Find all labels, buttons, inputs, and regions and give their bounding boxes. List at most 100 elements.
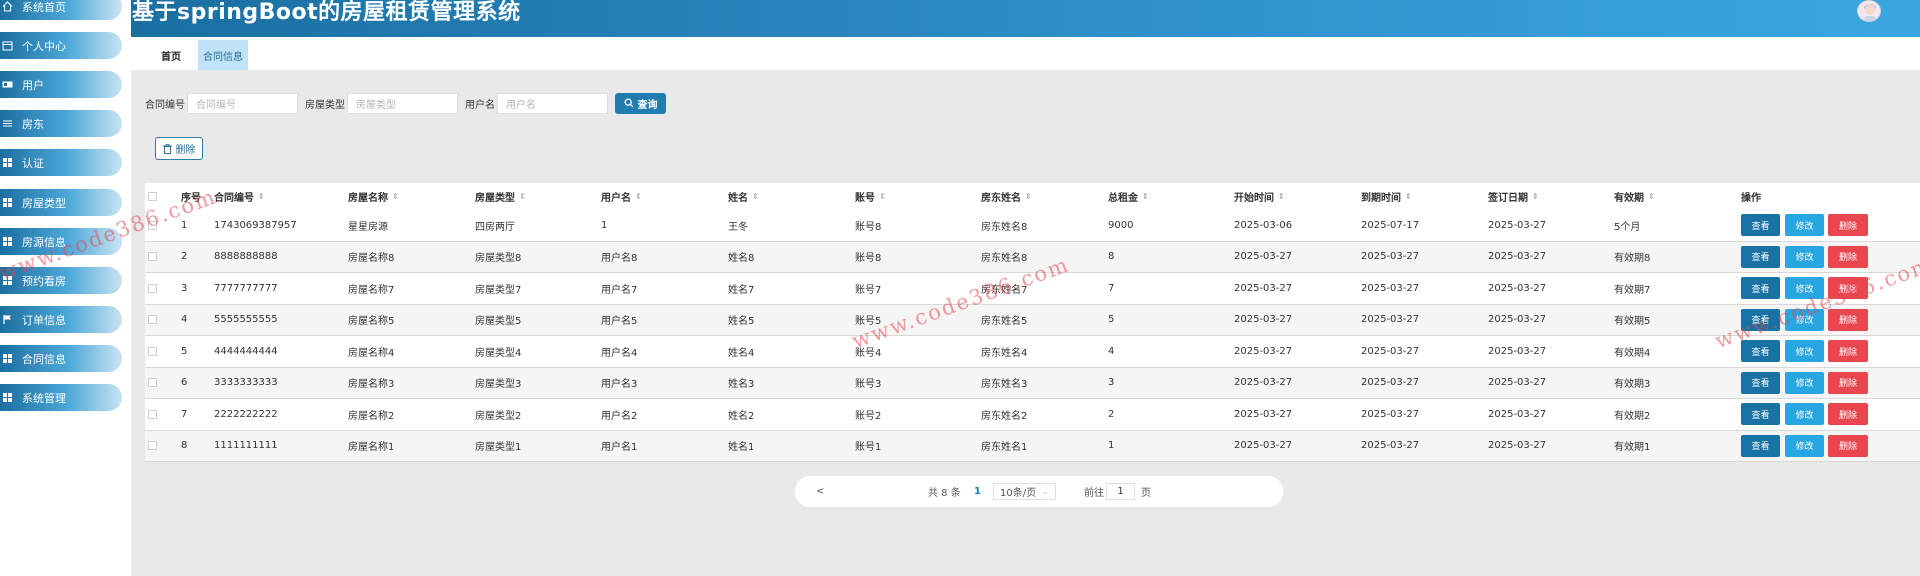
column-header[interactable]: 房东姓名 ⇕: [981, 183, 1032, 210]
sort-icon[interactable]: ⇕: [1142, 192, 1149, 201]
view-button[interactable]: 查看: [1741, 214, 1780, 236]
sidebar-item-2[interactable]: 个人中心: [0, 32, 122, 59]
column-header[interactable]: 到期时间 ⇕: [1361, 183, 1412, 210]
sort-icon[interactable]: ⇕: [1025, 192, 1032, 201]
table-cell: 2025-03-27: [1361, 314, 1420, 326]
sidebar-item-11[interactable]: 系统管理: [0, 384, 122, 411]
column-header[interactable]: 姓名 ⇕: [728, 183, 759, 210]
sort-icon[interactable]: ⇕: [258, 192, 265, 201]
sidebar-item-9[interactable]: 订单信息: [0, 306, 122, 333]
prev-page-button[interactable]: <: [816, 476, 824, 507]
column-header[interactable]: 总租金 ⇕: [1108, 183, 1149, 210]
column-header[interactable]: 用户名 ⇕: [601, 183, 642, 210]
view-button[interactable]: 查看: [1741, 340, 1780, 362]
row-checkbox[interactable]: [148, 378, 157, 388]
edit-button[interactable]: 修改: [1785, 214, 1824, 236]
view-button[interactable]: 查看: [1741, 434, 1780, 457]
bulk-delete-button[interactable]: 删除: [155, 137, 203, 160]
current-page[interactable]: 1: [974, 476, 981, 507]
sort-icon[interactable]: ⇕: [635, 192, 642, 201]
table-cell: 房东姓名7: [981, 284, 1028, 296]
user-avatar[interactable]: [1857, 0, 1881, 22]
username-label: 用户名: [465, 99, 495, 111]
delete-button[interactable]: 删除: [1828, 434, 1868, 457]
delete-button[interactable]: 删除: [1828, 245, 1868, 268]
row-checkbox[interactable]: [148, 409, 157, 419]
edit-button[interactable]: 修改: [1785, 245, 1824, 268]
sidebar-item-1[interactable]: 系统首页: [0, 0, 122, 20]
edit-button[interactable]: 修改: [1785, 308, 1824, 331]
edit-button[interactable]: 修改: [1785, 403, 1824, 425]
delete-button[interactable]: 删除: [1828, 214, 1868, 236]
table-cell: 星星房源: [348, 221, 388, 233]
sort-icon[interactable]: ⇕: [1532, 192, 1539, 201]
sort-icon[interactable]: ⇕: [1405, 192, 1412, 201]
tab-contract-info[interactable]: 合同信息: [198, 40, 248, 70]
sort-icon[interactable]: ⇕: [752, 192, 759, 201]
row-checkbox[interactable]: [148, 220, 157, 230]
edit-button[interactable]: 修改: [1785, 434, 1824, 457]
contract-no-input[interactable]: 合同编号: [187, 92, 298, 114]
column-header[interactable]: 合同编号 ⇕: [214, 183, 265, 210]
column-header[interactable]: 房屋类型 ⇕: [475, 183, 526, 210]
sort-icon[interactable]: ⇕: [519, 192, 526, 201]
table-cell: 9000: [1108, 219, 1134, 231]
column-header[interactable]: 账号 ⇕: [855, 183, 886, 210]
tab-home[interactable]: 首页: [151, 40, 191, 70]
row-checkbox[interactable]: [148, 315, 157, 325]
table-cell: 四房两厅: [475, 221, 515, 233]
delete-button[interactable]: 删除: [1828, 277, 1868, 299]
table-cell: 房屋类型2: [475, 410, 522, 422]
sidebar-item-label: 系统管理: [22, 391, 66, 405]
column-header[interactable]: 开始时间 ⇕: [1234, 183, 1285, 210]
page-size-select[interactable]: 10条/页 ⌄: [993, 483, 1056, 500]
row-checkbox[interactable]: [148, 252, 157, 262]
delete-button[interactable]: 删除: [1828, 371, 1868, 394]
column-header[interactable]: 有效期 ⇕: [1614, 183, 1655, 210]
column-header[interactable]: 签订日期 ⇕: [1488, 183, 1539, 210]
table-cell: 5个月: [1614, 221, 1641, 233]
table-cell: 姓名2: [728, 410, 755, 422]
sort-icon[interactable]: ⇕: [1278, 192, 1285, 201]
table-row: 6 3333333333 房屋名称3 房屋类型3 用户名3 姓名3 账号3 房东姓名3 3 202…: [145, 367, 1920, 399]
sidebar-item-3[interactable]: 用户: [0, 71, 122, 98]
sort-icon[interactable]: ⇕: [879, 192, 886, 201]
view-button[interactable]: 查看: [1741, 308, 1780, 331]
table-cell: 有效期2: [1614, 410, 1651, 422]
view-button[interactable]: 查看: [1741, 403, 1780, 425]
select-all-checkbox[interactable]: [148, 192, 157, 201]
column-header-label: 房东姓名: [981, 193, 1021, 204]
column-header[interactable]: 房屋名称 ⇕: [348, 183, 399, 210]
view-button[interactable]: 查看: [1741, 371, 1780, 394]
delete-button[interactable]: 删除: [1828, 340, 1868, 362]
table-cell: 2025-03-27: [1488, 219, 1547, 231]
table-cell: 房屋类型5: [475, 316, 522, 328]
sidebar-item-5[interactable]: 认证: [0, 149, 122, 176]
edit-button[interactable]: 修改: [1785, 340, 1824, 362]
table-header: 序号 合同编号 ⇕ 房屋名称 ⇕ 房屋类型 ⇕ 用户名 ⇕ 姓名 ⇕ 账号 ⇕ 房东姓名 ⇕ 总租金 ⇕ 开始时间…: [145, 183, 1920, 210]
sort-icon[interactable]: ⇕: [392, 192, 399, 201]
edit-button[interactable]: 修改: [1785, 277, 1824, 299]
row-checkbox[interactable]: [148, 346, 157, 356]
sort-icon[interactable]: ⇕: [1648, 192, 1655, 201]
table-cell: 姓名4: [728, 347, 755, 359]
goto-page-input[interactable]: 1: [1106, 483, 1135, 500]
username-input[interactable]: 用户名: [497, 92, 608, 114]
sidebar-item-4[interactable]: 房东: [0, 110, 122, 137]
grid-icon: [2, 275, 13, 286]
delete-button[interactable]: 删除: [1828, 308, 1868, 331]
table-cell: 1111111111: [214, 440, 278, 452]
edit-button[interactable]: 修改: [1785, 371, 1824, 394]
table-cell: 有效期1: [1614, 442, 1651, 454]
house-type-input[interactable]: 房屋类型: [347, 92, 458, 114]
row-checkbox[interactable]: [148, 283, 157, 293]
row-checkbox[interactable]: [148, 441, 157, 451]
sidebar-item-6[interactable]: 房屋类型: [0, 189, 122, 216]
view-button[interactable]: 查看: [1741, 277, 1780, 299]
view-button[interactable]: 查看: [1741, 245, 1780, 268]
query-button[interactable]: 查询: [615, 92, 666, 114]
sidebar-item-7[interactable]: 房源信息: [0, 228, 122, 255]
sidebar-item-10[interactable]: 合同信息: [0, 345, 122, 372]
delete-button[interactable]: 删除: [1828, 403, 1868, 425]
sidebar-item-8[interactable]: 预约看房: [0, 267, 122, 294]
